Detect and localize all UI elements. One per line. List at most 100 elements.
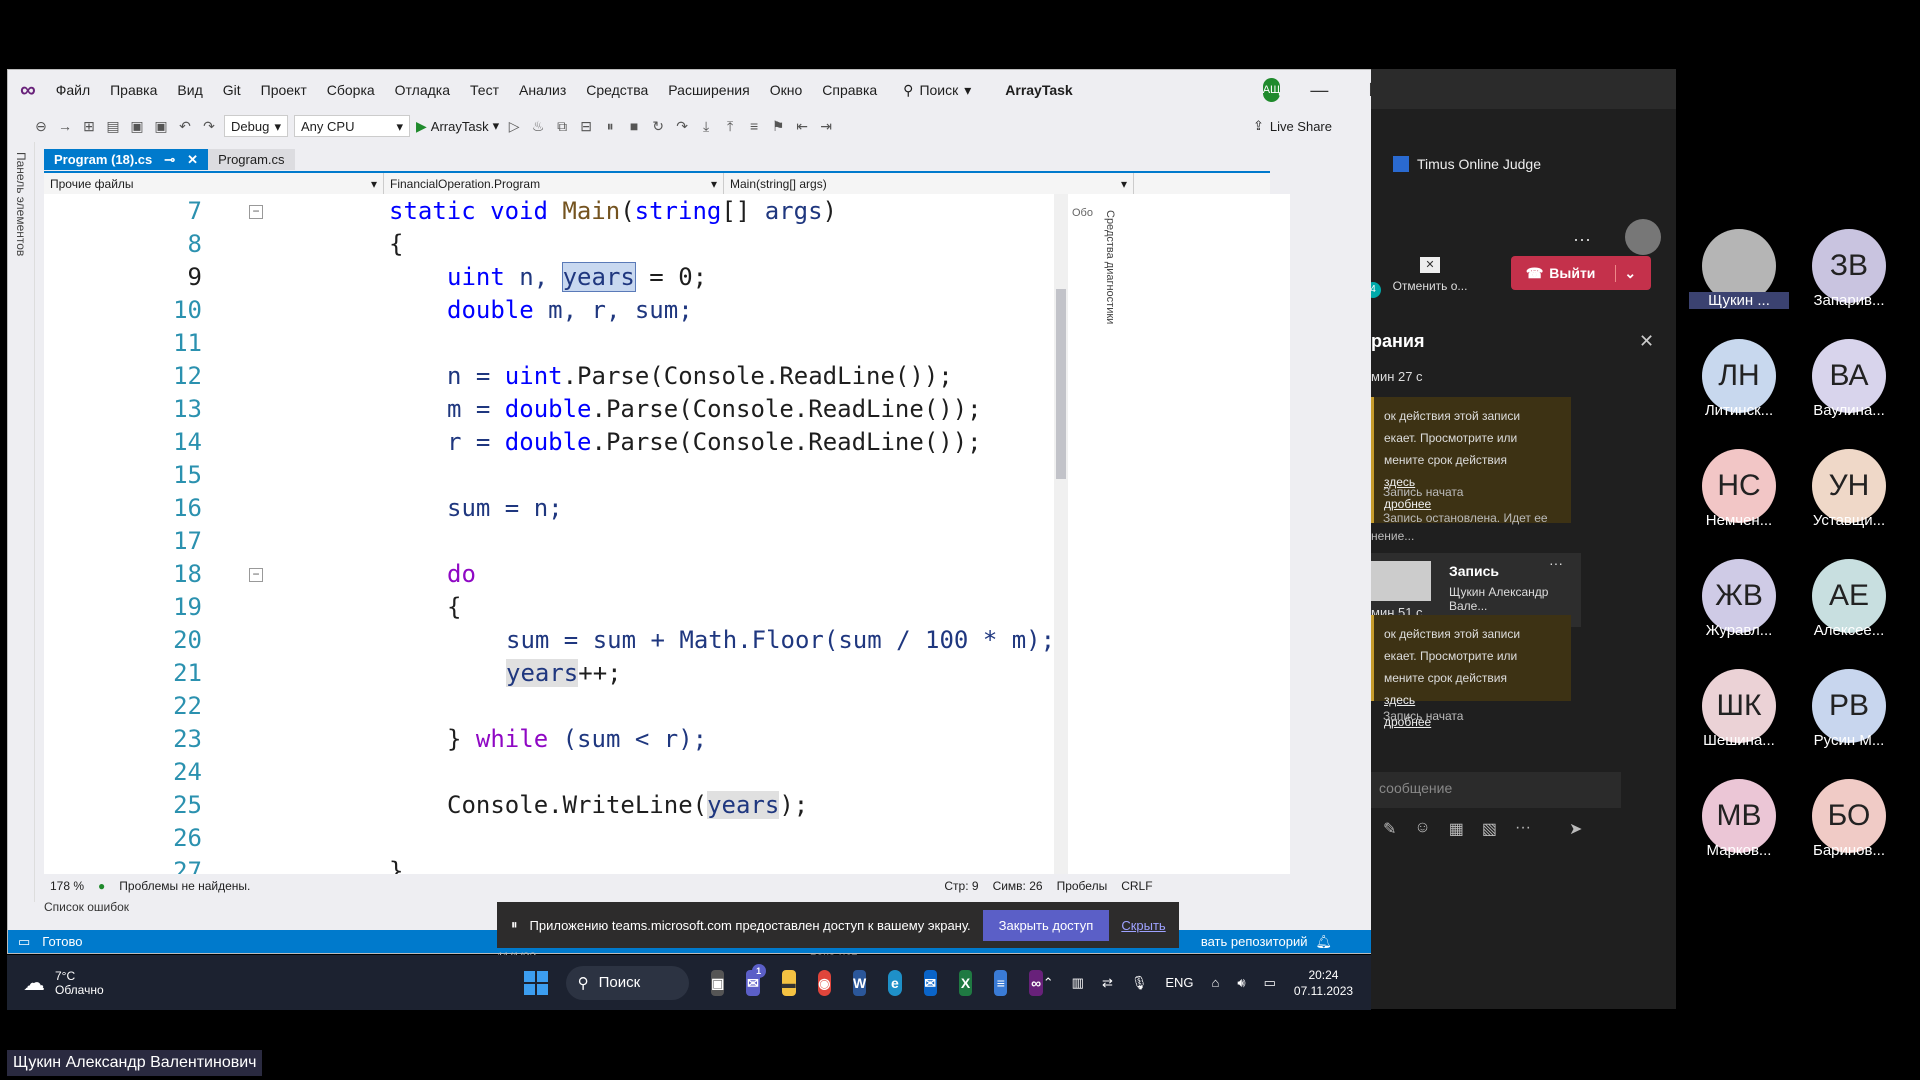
- stop-icon[interactable]: ■: [625, 118, 643, 134]
- tab-close-icon[interactable]: ✕: [187, 149, 198, 170]
- visual-studio-icon[interactable]: ∞: [1029, 969, 1043, 996]
- clock[interactable]: 20:24 07.11.2023: [1294, 967, 1353, 999]
- save-all-icon[interactable]: ▣: [152, 118, 170, 134]
- zoom-level[interactable]: 178 %: [50, 879, 84, 893]
- stop-sharing-button[interactable]: Закрыть доступ: [982, 909, 1110, 941]
- menu-test[interactable]: Тест: [460, 82, 509, 98]
- format-icon[interactable]: ✎: [1383, 819, 1396, 839]
- run-button[interactable]: ▶ ArrayTask ▾: [416, 118, 499, 135]
- tab-program-18[interactable]: Program (18).cs ⊸ ✕: [44, 149, 209, 170]
- menu-analyze[interactable]: Анализ: [509, 82, 576, 98]
- more-link[interactable]: дробнее: [1384, 497, 1431, 511]
- more-options-icon[interactable]: ···: [1549, 555, 1563, 571]
- emoji-icon[interactable]: ☺: [1414, 819, 1430, 839]
- outdent-icon[interactable]: ⇤: [793, 118, 811, 134]
- more-options-icon[interactable]: ···: [1573, 229, 1591, 250]
- volume-icon[interactable]: 🔊︎: [1237, 975, 1245, 991]
- language-indicator[interactable]: ENG: [1165, 975, 1193, 990]
- step-out-icon[interactable]: ⤒: [721, 118, 739, 134]
- menu-view[interactable]: Вид: [167, 82, 212, 98]
- bookmark-icon[interactable]: ⚑: [769, 118, 787, 134]
- menu-tools[interactable]: Средства: [576, 82, 658, 98]
- menu-extensions[interactable]: Расширения: [658, 82, 759, 98]
- pin-icon[interactable]: ⊸: [164, 149, 175, 170]
- task-view-icon[interactable]: ▣: [711, 969, 725, 996]
- start-without-debug-icon[interactable]: ▷: [505, 118, 523, 134]
- menu-window[interactable]: Окно: [760, 82, 813, 98]
- comment-icon[interactable]: ≡: [745, 118, 763, 134]
- layout-icon[interactable]: ⊟: [577, 118, 595, 134]
- excel-icon[interactable]: X: [958, 969, 973, 996]
- gif-icon[interactable]: ▦: [1449, 819, 1464, 839]
- project-dropdown[interactable]: Прочие файлы ▾: [44, 173, 384, 195]
- whitespace-indicator[interactable]: Пробелы: [1057, 879, 1108, 893]
- sticker-icon[interactable]: ▧: [1482, 819, 1497, 839]
- error-list-tab[interactable]: Список ошибок: [44, 900, 129, 914]
- user-avatar[interactable]: [1625, 219, 1661, 255]
- minimize-icon[interactable]: —: [1310, 80, 1328, 101]
- chevron-down-icon[interactable]: ⌄: [1615, 264, 1636, 282]
- menu-file[interactable]: Файл: [46, 82, 100, 98]
- network-icon[interactable]: ▥: [1072, 975, 1084, 991]
- config-dropdown[interactable]: Debug ▾: [224, 115, 288, 137]
- hot-reload-icon[interactable]: ♨: [529, 118, 547, 134]
- platform-dropdown[interactable]: Any CPU ▾: [294, 115, 410, 137]
- mic-icon[interactable]: 🎙︎: [1131, 975, 1148, 991]
- weather-widget[interactable]: ☁ 7°C Облачно: [23, 969, 104, 997]
- member-dropdown[interactable]: Main(string[] args) ▾: [724, 173, 1134, 195]
- wifi-icon[interactable]: ⌂: [1212, 975, 1220, 990]
- cancel-recording-button[interactable]: ✕ Отменить о...: [1385, 257, 1475, 293]
- menu-build[interactable]: Сборка: [317, 82, 385, 98]
- user-avatar[interactable]: АЩ: [1262, 78, 1281, 102]
- problems-status[interactable]: Проблемы не найдены.: [119, 879, 250, 893]
- chrome-icon[interactable]: ◉: [817, 969, 831, 996]
- taskbar-search[interactable]: ⚲ Поиск: [565, 965, 690, 1000]
- bell-icon[interactable]: 🔔︎: [1315, 934, 1332, 950]
- step-into-icon[interactable]: ⤓: [697, 118, 715, 134]
- save-icon[interactable]: ▣: [128, 118, 146, 134]
- live-share-button[interactable]: ⇪ Live Share: [1253, 118, 1332, 134]
- battery-icon[interactable]: ▭: [1264, 975, 1276, 991]
- word-icon[interactable]: W: [852, 969, 867, 996]
- forward-icon[interactable]: →: [56, 118, 74, 134]
- menu-edit[interactable]: Правка: [100, 82, 167, 98]
- chevron-up-icon[interactable]: ⌃: [1043, 975, 1054, 991]
- menu-project[interactable]: Проект: [251, 82, 317, 98]
- indent-icon[interactable]: ⇥: [817, 118, 835, 134]
- back-icon[interactable]: ⊖: [32, 118, 50, 134]
- collapse-toggle[interactable]: −: [249, 568, 263, 582]
- more-icon[interactable]: ···: [1515, 819, 1531, 839]
- undo-icon[interactable]: ↶: [176, 118, 194, 134]
- scroll-thumb[interactable]: [1056, 289, 1066, 479]
- settings-icon[interactable]: ⇄: [1102, 975, 1113, 991]
- add-to-repo-button[interactable]: вать репозиторий: [1201, 934, 1308, 949]
- menu-git[interactable]: Git: [213, 82, 251, 98]
- mail-icon[interactable]: ✉: [923, 969, 937, 996]
- browse-icon[interactable]: ⧉: [553, 118, 571, 134]
- search-box[interactable]: ⚲ Поиск ▾: [895, 82, 979, 99]
- class-dropdown[interactable]: FinancialOperation.Program ▾: [384, 173, 724, 195]
- file-explorer-icon[interactable]: ▬: [781, 969, 796, 996]
- open-icon[interactable]: ▤: [104, 118, 122, 134]
- teams-chat-icon[interactable]: ✉ 1: [746, 963, 766, 996]
- solution-explorer-tab[interactable]: Обо: [1072, 207, 1093, 219]
- tab-program[interactable]: Program.cs: [208, 149, 295, 170]
- leave-button[interactable]: ☎ Выйти ⌄: [1511, 256, 1651, 290]
- send-icon[interactable]: ➤: [1569, 819, 1582, 839]
- hide-banner-link[interactable]: Скрыть: [1121, 918, 1165, 933]
- vertical-scrollbar[interactable]: [1054, 194, 1068, 874]
- edge-icon[interactable]: e: [888, 969, 902, 996]
- browser-tab-timus[interactable]: Timus Online Judge: [1393, 156, 1541, 172]
- menu-debug[interactable]: Отладка: [385, 82, 460, 98]
- toolbox-strip[interactable]: Панель элементов: [8, 142, 35, 902]
- pause-icon[interactable]: ⏸: [601, 118, 619, 134]
- message-input[interactable]: сообщение: [1371, 772, 1621, 808]
- windows-start-icon[interactable]: [523, 970, 548, 995]
- restart-icon[interactable]: ↻: [649, 118, 667, 134]
- eol-indicator[interactable]: CRLF: [1121, 879, 1152, 893]
- diagnostics-tab[interactable]: Средства диагностики: [1100, 210, 1116, 710]
- menu-help[interactable]: Справка: [812, 82, 887, 98]
- collapse-toggle[interactable]: −: [249, 205, 263, 219]
- step-over-icon[interactable]: ↷: [673, 118, 691, 134]
- notepad-icon[interactable]: ≡: [994, 969, 1008, 996]
